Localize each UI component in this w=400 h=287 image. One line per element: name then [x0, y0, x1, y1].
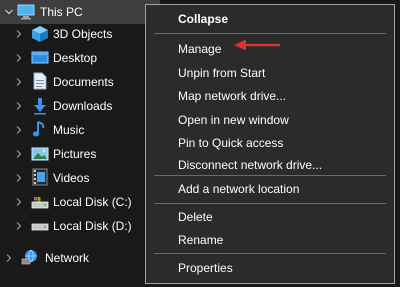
- chevron-right-icon[interactable]: [14, 77, 24, 87]
- menu-item-rename[interactable]: Rename: [146, 228, 394, 252]
- menu-item-pin-to-quick-access[interactable]: Pin to Quick access: [146, 131, 394, 155]
- chevron-down-icon[interactable]: [4, 7, 14, 17]
- tree-item-this-pc[interactable]: This PC: [0, 0, 160, 24]
- tree-item-label: Videos: [53, 171, 90, 185]
- network-icon: [21, 248, 39, 266]
- chevron-right-icon[interactable]: [14, 125, 24, 135]
- menu-item-label: Disconnect network drive...: [178, 158, 323, 172]
- chevron-right-icon[interactable]: [14, 221, 24, 231]
- menu-item-delete[interactable]: Delete: [146, 205, 394, 229]
- local-disk-icon: [31, 217, 49, 235]
- desktop-icon: [31, 49, 49, 67]
- menu-separator: [154, 253, 386, 254]
- tree-item-label: Downloads: [53, 99, 113, 113]
- menu-separator: [154, 33, 386, 34]
- chevron-right-icon[interactable]: [14, 149, 24, 159]
- chevron-right-icon[interactable]: [14, 197, 24, 207]
- menu-separator: [154, 203, 386, 204]
- menu-separator: [154, 175, 386, 176]
- tree-item-label: Local Disk (C:): [53, 195, 132, 209]
- tree-item-label: 3D Objects: [53, 27, 113, 41]
- menu-item-label: Add a network location: [178, 182, 300, 196]
- videos-icon: [31, 168, 49, 186]
- tree-item-label: Documents: [53, 75, 114, 89]
- chevron-right-icon[interactable]: [14, 29, 24, 39]
- chevron-right-icon[interactable]: [14, 101, 24, 111]
- menu-item-collapse[interactable]: Collapse: [146, 7, 394, 31]
- tree-item-label: Pictures: [53, 147, 97, 161]
- menu-item-label: Properties: [178, 261, 233, 275]
- tree-item-label: This PC: [40, 5, 83, 19]
- menu-item-map-network-drive[interactable]: Map network drive...: [146, 84, 394, 108]
- 3d-objects-icon: [31, 25, 49, 43]
- tree-item-label: Local Disk (D:): [53, 219, 132, 233]
- music-icon: [31, 120, 49, 138]
- downloads-icon: [31, 97, 49, 115]
- menu-item-disconnect-network-drive[interactable]: Disconnect network drive...: [146, 153, 394, 177]
- chevron-right-icon[interactable]: [14, 173, 24, 183]
- annotation-arrow-icon: [234, 39, 280, 51]
- menu-item-unpin-from-start[interactable]: Unpin from Start: [146, 61, 394, 85]
- menu-item-label: Map network drive...: [178, 89, 287, 103]
- menu-item-label: Manage: [178, 42, 222, 56]
- tree-item-label: Music: [53, 123, 85, 137]
- menu-item-label: Unpin from Start: [178, 66, 266, 80]
- menu-item-label: Open in new window: [178, 113, 289, 127]
- local-disk-icon: [31, 193, 49, 211]
- chevron-right-icon[interactable]: [4, 253, 14, 263]
- menu-item-label: Delete: [178, 210, 213, 224]
- tree-item-label: Desktop: [53, 51, 98, 65]
- menu-item-add-network-location[interactable]: Add a network location: [146, 177, 394, 201]
- computer-icon: [17, 3, 35, 21]
- chevron-right-icon[interactable]: [14, 53, 24, 63]
- pictures-icon: [31, 145, 49, 163]
- menu-item-properties[interactable]: Properties: [146, 256, 394, 280]
- menu-item-label: Pin to Quick access: [178, 136, 284, 150]
- menu-item-open-in-new-window[interactable]: Open in new window: [146, 108, 394, 132]
- tree-item-label: Network: [45, 251, 90, 265]
- menu-item-label: Rename: [178, 233, 224, 247]
- documents-icon: [31, 72, 49, 90]
- menu-item-label: Collapse: [178, 12, 229, 26]
